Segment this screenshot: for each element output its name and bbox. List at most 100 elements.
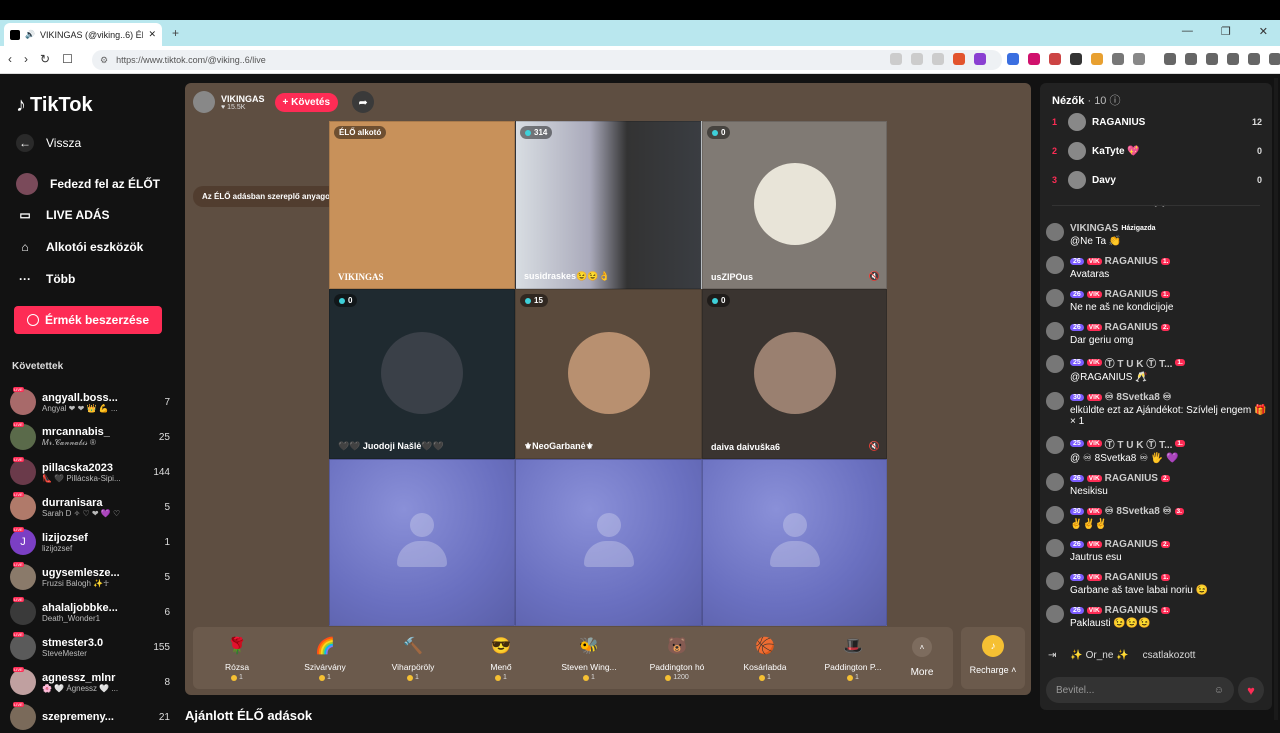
top-viewer-row[interactable]: 2 KaTyte 💖 0 xyxy=(1052,142,1262,160)
empty-guest-slot[interactable] xyxy=(702,459,887,626)
following-item[interactable]: pillacska2023👠 🖤 Pillácska-Sipi... 144 xyxy=(10,456,170,488)
guest-cell[interactable]: ÉLŐ alkotó VIKINGAS xyxy=(329,121,515,289)
reload-icon[interactable]: ↻ xyxy=(40,52,50,66)
empty-guest-slot[interactable] xyxy=(515,459,702,626)
avatar[interactable] xyxy=(1046,436,1064,454)
info-icon[interactable]: ⓘ xyxy=(1110,95,1121,107)
chat-username[interactable]: VIKINGAS xyxy=(1070,223,1118,234)
extension-box-icon[interactable] xyxy=(1133,53,1145,65)
gift-item[interactable]: 🌹 Rózsa 1 xyxy=(193,627,281,689)
chat-username[interactable]: RAGANIUS xyxy=(1105,605,1158,616)
chat-username[interactable]: RAGANIUS xyxy=(1105,572,1158,583)
chat-username[interactable]: Ⓣ T U K Ⓣ T... xyxy=(1105,355,1173,370)
follow-button[interactable]: + Követés xyxy=(274,92,339,112)
site-settings-icon[interactable]: ⚙ xyxy=(100,55,108,66)
maximize-icon[interactable]: ❐ xyxy=(1221,25,1231,38)
avatar[interactable] xyxy=(1046,605,1064,623)
avatar[interactable] xyxy=(1046,506,1064,524)
avatar[interactable] xyxy=(1046,572,1064,590)
following-item[interactable]: Jlizijozseflizijozsef 1 xyxy=(10,526,170,558)
nav-more[interactable]: ··· Több xyxy=(16,270,75,288)
tiktok-logo[interactable]: ♪ TikTok xyxy=(16,94,93,117)
chat-username[interactable]: RAGANIUS xyxy=(1105,289,1158,300)
chat-username[interactable]: RAGANIUS xyxy=(1105,322,1158,333)
extension-vpn-icon[interactable] xyxy=(1070,53,1082,65)
share-icon[interactable] xyxy=(932,53,944,65)
gift-item[interactable]: 🎩 Paddington P... 1 xyxy=(809,627,897,689)
avatar[interactable] xyxy=(1046,223,1064,241)
gift-item[interactable]: 🔨 Viharpöröly 1 xyxy=(369,627,457,689)
avatar[interactable] xyxy=(1046,322,1064,340)
avatar[interactable] xyxy=(1046,392,1064,410)
wallet-icon[interactable] xyxy=(1206,53,1218,65)
chat-username[interactable]: ♾ 8Svetka8 ♾ xyxy=(1105,506,1172,517)
like-heart-icon[interactable]: ♥ xyxy=(1238,677,1264,703)
chat-input[interactable]: Bevitel... ☺ xyxy=(1046,677,1234,703)
close-window-icon[interactable]: ✕ xyxy=(1259,25,1268,38)
get-coins-button[interactable]: Érmék beszerzése xyxy=(14,306,162,334)
following-item[interactable]: ahalaljobbke...Death_Wonder1 6 xyxy=(10,596,170,628)
avatar[interactable] xyxy=(1046,539,1064,557)
following-item[interactable]: durranisaraSarah D ✧ ♡ ❤ 💜 ♡ 5 xyxy=(10,491,170,523)
following-item[interactable]: ugysemlesze...Fruzsi Balogh ✨☥ 5 xyxy=(10,561,170,593)
extension-k-icon[interactable] xyxy=(1028,53,1040,65)
forward-icon[interactable]: › xyxy=(24,52,28,66)
gift-item[interactable]: 🐝 Steven Wing... 1 xyxy=(545,627,633,689)
avatar[interactable] xyxy=(1046,289,1064,307)
extension-color-icon[interactable] xyxy=(1091,53,1103,65)
gift-more-button[interactable]: ˄ More xyxy=(897,627,947,689)
close-tab-icon[interactable]: ✕ xyxy=(148,29,156,40)
back-link[interactable]: ← Vissza xyxy=(16,134,81,152)
guest-cell[interactable]: 314 susidraskes😉😉👌 xyxy=(515,121,702,289)
avatar[interactable] xyxy=(1046,256,1064,274)
following-item[interactable]: szepremeny... 21 xyxy=(10,701,170,733)
host-avatar[interactable] xyxy=(193,91,215,113)
address-bar[interactable]: ⚙ https://www.tiktok.com/@viking..6/live xyxy=(92,50,1002,70)
guest-cell[interactable]: 0 usZIPOus 🔇 xyxy=(702,121,887,289)
emoji-icon[interactable]: ☺ xyxy=(1214,685,1224,696)
extension-translate-icon[interactable] xyxy=(1007,53,1019,65)
nav-explore-live[interactable]: Fedezd fel az ÉLŐT xyxy=(16,173,160,195)
minimize-icon[interactable]: — xyxy=(1182,25,1193,38)
top-viewer-row[interactable]: 3 Davy 0 xyxy=(1052,171,1262,189)
guest-cell[interactable]: 0 🖤🖤 Juodoji Našlė🖤🖤 xyxy=(329,289,515,459)
gift-item[interactable]: 🐻 Paddington hó 1200 xyxy=(633,627,721,689)
browser-tab[interactable]: 🔊 VIKINGAS (@viking..6) ÉLŐ adás ✕ xyxy=(4,23,162,46)
following-item[interactable]: agnessz_mlnr🌸 🤍 Ágnessz 🤍 ... 8 xyxy=(10,666,170,698)
back-icon[interactable]: ‹ xyxy=(8,52,12,66)
chat-username[interactable]: RAGANIUS xyxy=(1105,473,1158,484)
chat-username[interactable]: RAGANIUS xyxy=(1105,256,1158,267)
guest-cell[interactable]: 15 ⚜NeoGarbanė⚜ xyxy=(515,289,702,459)
new-tab-button[interactable]: + xyxy=(172,26,179,40)
empty-guest-slot[interactable] xyxy=(329,459,515,626)
chat-username[interactable]: RAGANIUS xyxy=(1105,539,1158,550)
media-icon[interactable] xyxy=(1164,53,1176,65)
chat-username[interactable]: ♾ 8Svetka8 ♾ xyxy=(1105,392,1172,403)
gift-item[interactable]: 😎 Menő 1 xyxy=(457,627,545,689)
extension-hls-icon[interactable] xyxy=(1049,53,1061,65)
nav-live[interactable]: ▭ LIVE ADÁS xyxy=(16,206,109,224)
gift-item[interactable]: 🌈 Szivárvány 1 xyxy=(281,627,369,689)
sidebar-icon[interactable] xyxy=(1185,53,1197,65)
guest-cell[interactable]: 0 daiva daivuška6 🔇 xyxy=(702,289,887,459)
recharge-button[interactable]: ♪ Recharge ˄ xyxy=(961,627,1025,689)
vpn-shield-icon[interactable] xyxy=(1248,53,1260,65)
nav-creator-tools[interactable]: ⌂ Alkotói eszközök xyxy=(16,238,143,256)
share-icon[interactable]: ➦ xyxy=(352,91,375,113)
zoom-icon[interactable] xyxy=(911,53,923,65)
bookmark-icon[interactable]: ☐ xyxy=(62,52,73,66)
brave-shield-icon[interactable] xyxy=(953,53,965,65)
reader-icon[interactable] xyxy=(890,53,902,65)
following-item[interactable]: mrcannabis_𝑀𝓇.𝒞𝒶𝓃𝓃𝒶𝒷𝒾𝓈 ® 25 xyxy=(10,421,170,453)
menu-icon[interactable] xyxy=(1269,53,1280,65)
gift-item[interactable]: 🏀 Kosárlabda 1 xyxy=(721,627,809,689)
avatar[interactable] xyxy=(1046,355,1064,373)
page-scrollbar[interactable] xyxy=(1274,78,1278,720)
rewards-icon[interactable] xyxy=(974,53,986,65)
extensions-icon[interactable] xyxy=(1112,53,1124,65)
avatar[interactable] xyxy=(1046,473,1064,491)
host-name[interactable]: VIKINGAS xyxy=(221,94,265,104)
audio-icon[interactable]: 🔊 xyxy=(25,30,35,39)
chat-username[interactable]: Ⓣ T U K Ⓣ T... xyxy=(1105,436,1173,451)
following-item[interactable]: stmester3.0SteveMester 155 xyxy=(10,631,170,663)
